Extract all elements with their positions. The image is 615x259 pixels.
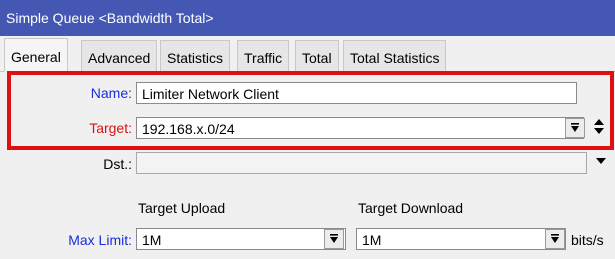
max-limit-download-field[interactable]: 1M [356,228,566,250]
bits-per-second-unit: bits/s [571,232,604,248]
updown-arrows-icon[interactable] [592,118,606,139]
tab-general[interactable]: General [4,38,68,72]
target-field[interactable]: 192.168.x.0/24 [136,117,584,139]
dst-field[interactable] [136,152,587,174]
dst-label: Dst.: [103,156,132,172]
name-field[interactable]: Limiter Network Client [136,82,577,104]
upload-dropdown-icon[interactable] [324,229,344,249]
window-titlebar: Simple Queue <Bandwidth Total> [0,0,615,36]
tab-advanced[interactable]: Advanced [81,40,158,71]
dst-dropdown-arrow-icon[interactable] [594,155,608,169]
max-limit-label: Max Limit: [68,232,132,248]
name-label: Name: [90,85,132,101]
max-limit-upload-field[interactable]: 1M [136,228,346,250]
tab-total-statistics[interactable]: Total Statistics [343,40,447,71]
target-label: Target: [89,120,132,136]
target-download-header: Target Download [358,200,464,216]
tab-statistics[interactable]: Statistics [160,40,231,71]
tab-strip: General Advanced Statistics Traffic Tota… [0,36,615,72]
tab-traffic[interactable]: Traffic [237,40,290,71]
download-dropdown-icon[interactable] [545,229,565,249]
tab-total[interactable]: Total [295,40,339,71]
target-upload-header: Target Upload [138,200,226,216]
window-title: Simple Queue <Bandwidth Total> [6,10,214,26]
target-dropdown-icon[interactable] [565,118,585,138]
